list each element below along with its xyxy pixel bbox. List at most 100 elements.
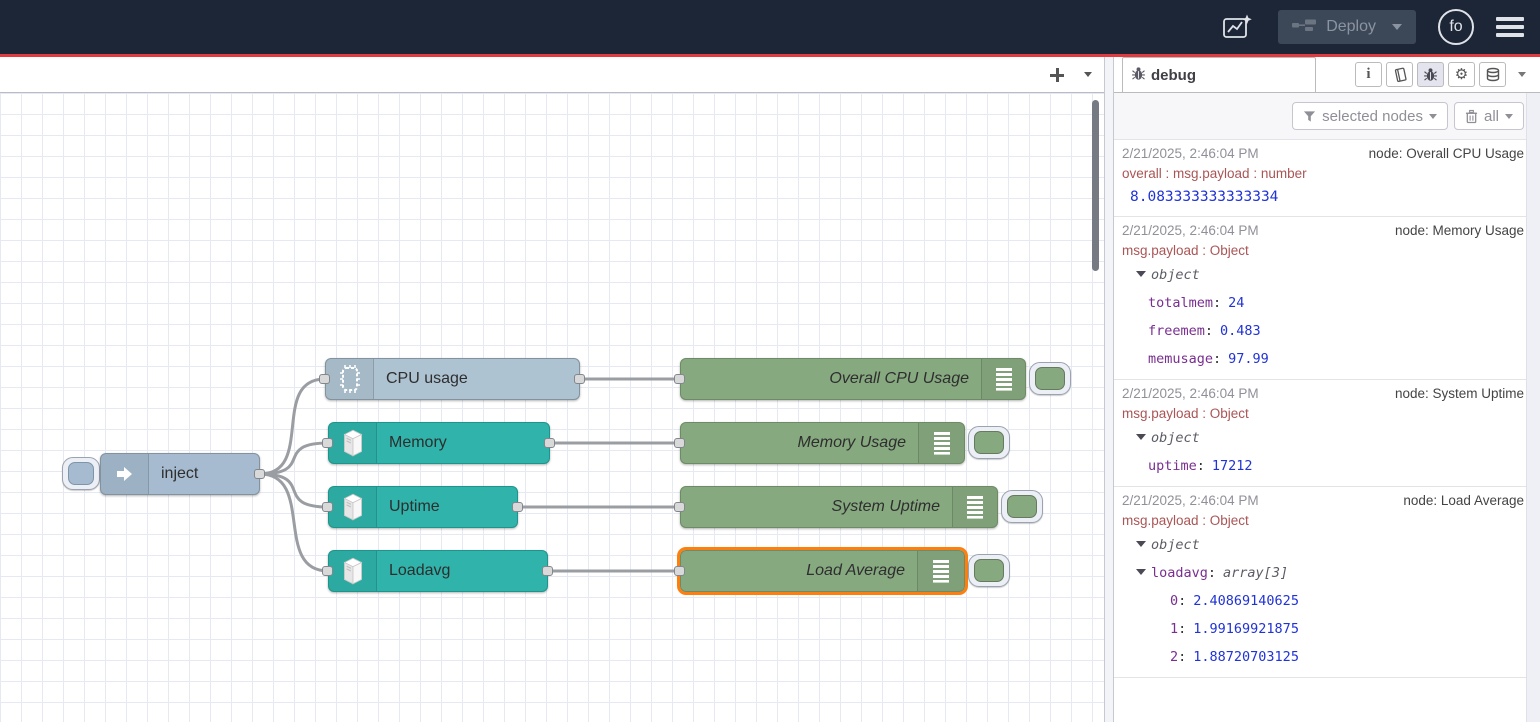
- avatar[interactable]: fo: [1438, 9, 1474, 45]
- output-port[interactable]: [254, 469, 265, 479]
- output-port[interactable]: [512, 502, 523, 512]
- debug-toggle-button[interactable]: [968, 554, 1010, 587]
- output-port[interactable]: [542, 566, 553, 576]
- input-port[interactable]: [674, 438, 685, 448]
- debug-toggle-inner: [974, 431, 1004, 454]
- object-value: 97.99: [1228, 351, 1269, 367]
- message-property: msg.payload : Object: [1122, 404, 1524, 424]
- trash-icon: [1465, 109, 1478, 124]
- message-source: node: Overall CPU Usage: [1369, 144, 1524, 164]
- node-label: CPU usage: [374, 370, 579, 388]
- array-index: 2: [1170, 649, 1193, 665]
- object-value: 0.483: [1220, 323, 1261, 339]
- array-index: 0: [1170, 593, 1193, 609]
- node-loadavg[interactable]: Loadavg: [328, 550, 548, 592]
- node-uptime[interactable]: Uptime: [328, 486, 518, 528]
- debug-toggle-button[interactable]: [1029, 362, 1071, 395]
- help-book-icon[interactable]: [1386, 62, 1413, 87]
- message-timestamp: 2/21/2025, 2:46:04 PM: [1122, 491, 1259, 511]
- add-flow-button[interactable]: [1050, 68, 1064, 82]
- node-debug-load-average[interactable]: Load Average: [680, 550, 965, 592]
- input-port[interactable]: [322, 566, 333, 576]
- avatar-label: fo: [1449, 18, 1462, 36]
- object-value: 17212: [1212, 458, 1253, 474]
- object-key: loadavg: [1151, 565, 1223, 581]
- flow-tabbar: [0, 57, 1104, 93]
- debug-message: 2/21/2025, 2:46:04 PM node: Load Average…: [1114, 487, 1540, 678]
- workspace: inject CPU usage: [0, 57, 1540, 722]
- node-label: Uptime: [377, 498, 517, 516]
- collapse-caret-icon[interactable]: [1136, 271, 1146, 277]
- array-type-label: array[3]: [1223, 565, 1288, 581]
- node-debug-overall-cpu[interactable]: Overall CPU Usage: [680, 358, 1026, 400]
- context-database-button[interactable]: [1479, 62, 1506, 87]
- debug-filter-button[interactable]: selected nodes: [1292, 102, 1448, 130]
- debug-toggle-inner: [974, 559, 1004, 582]
- node-inject[interactable]: inject: [100, 453, 260, 495]
- inject-trigger-button[interactable]: [62, 457, 100, 490]
- sidebar: debug i ⚙: [1114, 57, 1540, 722]
- clear-caret: [1505, 114, 1513, 119]
- node-debug-system-uptime[interactable]: System Uptime: [680, 486, 998, 528]
- debug-message: 2/21/2025, 2:46:04 PM node: Memory Usage…: [1114, 217, 1540, 380]
- node-debug-memory-usage[interactable]: Memory Usage: [680, 422, 965, 464]
- main-menu-icon[interactable]: [1496, 17, 1524, 37]
- header-bar: Deploy fo: [0, 0, 1540, 54]
- input-port[interactable]: [674, 374, 685, 384]
- filter-caret: [1429, 114, 1437, 119]
- debug-toggle-button[interactable]: [968, 426, 1010, 459]
- debug-toggle-inner: [1035, 367, 1065, 390]
- clear-label: all: [1484, 108, 1499, 125]
- output-port[interactable]: [574, 374, 585, 384]
- bug-icon: [1131, 66, 1146, 85]
- output-port[interactable]: [544, 438, 555, 448]
- collapse-caret-icon[interactable]: [1136, 434, 1146, 440]
- array-index: 1: [1170, 621, 1193, 637]
- array-value: 1.88720703125: [1193, 649, 1299, 665]
- message-property: msg.payload : Object: [1122, 241, 1524, 261]
- tab-debug[interactable]: debug: [1122, 57, 1316, 92]
- config-gear-button[interactable]: ⚙: [1448, 62, 1475, 87]
- debug-tab-button[interactable]: [1417, 62, 1444, 87]
- computer-icon: [329, 423, 377, 463]
- input-port[interactable]: [674, 566, 685, 576]
- object-key: memusage: [1148, 351, 1228, 367]
- deploy-button[interactable]: Deploy: [1278, 10, 1416, 44]
- collapse-caret-icon[interactable]: [1136, 541, 1146, 547]
- debug-toolbar: selected nodes all: [1114, 93, 1540, 139]
- debug-toggle-button[interactable]: [1001, 490, 1043, 523]
- info-tab-button[interactable]: i: [1355, 62, 1382, 87]
- input-port[interactable]: [322, 502, 333, 512]
- sidebar-splitter[interactable]: [1104, 57, 1114, 722]
- inject-arrow-icon: [101, 454, 149, 494]
- sidebar-tabbar: debug i ⚙: [1114, 57, 1540, 93]
- object-key: freemem: [1148, 323, 1220, 339]
- message-value: 8.083333333333334: [1122, 184, 1524, 210]
- input-port[interactable]: [319, 374, 330, 384]
- sidebar-options-caret[interactable]: [1518, 72, 1526, 77]
- collapse-caret-icon[interactable]: [1136, 569, 1146, 575]
- inject-trigger-inner: [68, 462, 94, 485]
- message-timestamp: 2/21/2025, 2:46:04 PM: [1122, 221, 1259, 241]
- wires-layer: [0, 93, 1104, 722]
- ai-assistant-icon[interactable]: [1220, 10, 1256, 44]
- object-key: totalmem: [1148, 295, 1228, 311]
- flow-canvas[interactable]: inject CPU usage: [0, 93, 1104, 722]
- canvas-area: inject CPU usage: [0, 57, 1104, 722]
- deploy-label: Deploy: [1326, 18, 1376, 36]
- flow-list-caret[interactable]: [1084, 72, 1092, 77]
- wire[interactable]: [260, 443, 328, 474]
- node-memory[interactable]: Memory: [328, 422, 550, 464]
- debug-list-icon: [952, 487, 997, 527]
- canvas-vertical-scrollbar[interactable]: [1092, 100, 1099, 271]
- debug-clear-button[interactable]: all: [1454, 102, 1524, 130]
- array-value: 2.40869140625: [1193, 593, 1299, 609]
- node-cpu-usage[interactable]: CPU usage: [325, 358, 580, 400]
- input-port[interactable]: [674, 502, 685, 512]
- wire[interactable]: [260, 474, 328, 507]
- sidebar-scroll-gutter[interactable]: [1526, 93, 1540, 722]
- object-label: object: [1151, 267, 1200, 283]
- input-port[interactable]: [322, 438, 333, 448]
- node-label: Load Average: [681, 562, 917, 580]
- deploy-options-caret[interactable]: [1392, 24, 1402, 30]
